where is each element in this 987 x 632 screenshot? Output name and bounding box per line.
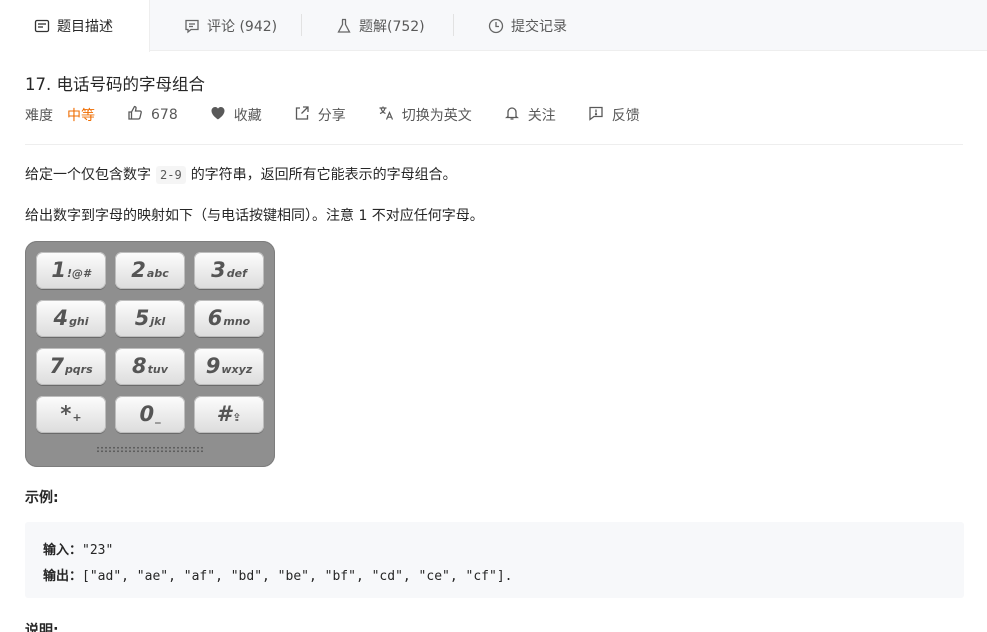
tab-description[interactable]: 题目描述 [0,0,150,52]
favorite-label: 收藏 [233,108,262,124]
input-value: "23" [82,543,114,558]
key-number: 3 [211,258,226,282]
flask-icon [336,18,352,34]
thumbs-up-icon [127,105,143,125]
keypad-key: 3 def [194,252,264,289]
key-number: 1 [51,258,66,282]
feedback-label: 反馈 [611,108,640,124]
key-number: # [216,402,232,426]
translate-button[interactable]: 切换为英文 [378,105,472,125]
description-paragraph-2: 给出数字到字母的映射如下（与电话按键相同）。注意 1 不对应任何字母。 [25,208,484,224]
output-value: ["ad", "ae", "af", "bd", "be", "bf", "cd… [82,569,513,584]
tab-label: 题目描述 [57,19,113,35]
keypad-key: * + [36,396,106,433]
key-letters: def [226,267,247,280]
inline-code: 2-9 [156,166,186,184]
favorite-button[interactable]: 收藏 [210,105,262,125]
bell-icon [504,105,520,125]
divider [25,144,963,145]
translate-label: 切换为英文 [401,108,472,124]
feedback-button[interactable]: 反馈 [588,105,640,125]
input-label: 输入： [43,543,83,558]
keypad-key: 6 mno [194,300,264,337]
example-input-line: 输入："23" [43,538,964,564]
keypad-key: 7 pqrs [36,348,106,385]
key-number: * [60,402,72,426]
share-label: 分享 [317,108,346,124]
feedback-icon [588,105,604,125]
like-button[interactable]: 678 [127,105,178,125]
tab-label: 提交记录 [511,18,567,35]
problem-title: 17. 电话号码的字母组合 [25,75,205,94]
comment-icon [184,18,200,34]
keypad-key: 5 jkl [115,300,185,337]
key-letters: wxyz [221,363,253,376]
tab-submissions[interactable]: 提交记录 [454,0,605,51]
follow-label: 关注 [527,108,556,124]
key-number: 6 [207,306,223,330]
key-number: 7 [49,354,64,378]
keypad-key: 2 abc [115,252,185,289]
key-number: 9 [205,354,221,378]
like-count: 678 [151,107,178,123]
description-icon [34,18,50,34]
key-number: 0 [139,402,155,426]
example-code-block: 输入："23" 输出：["ad", "ae", "af", "bd", "be"… [25,522,964,598]
tab-solutions[interactable]: 题解(752) [302,0,453,51]
keypad-key: 0 _ [115,396,185,433]
key-number: 5 [134,306,150,330]
key-letters: tuv [147,363,168,376]
phone-keypad-image: 1 !@# 2 abc 3 def 4 ghi 5 jkl 6 mno 7 pqrs 8 tuv… [25,241,275,467]
key-number: 8 [132,354,147,378]
key-letters: !@# [66,267,91,280]
keypad-key: 8 tuv [115,348,185,385]
example-output-line: 输出：["ad", "ae", "af", "bd", "be", "bf", … [43,564,964,590]
key-number: 2 [131,258,146,282]
keypad-key: 9 wxyz [194,348,264,385]
key-letters: + [72,411,82,424]
follow-button[interactable]: 关注 [504,105,556,125]
tab-comments[interactable]: 评论 (942) [150,0,301,51]
clock-icon [488,18,504,34]
keypad-key: 1 !@# [36,252,106,289]
tab-bar: 题目描述 评论 (942) 题解(752) 提交记录 [0,0,987,52]
description-text: 的字符串，返回所有它能表示的字母组合。 [190,167,457,183]
key-letters: ghi [69,315,89,328]
tab-label: 题解(752) [359,18,425,35]
speaker-grille [96,446,204,453]
share-icon [294,105,310,125]
difficulty-badge: 中等 [67,108,95,124]
description-paragraph-1: 给定一个仅包含数字 2-9 的字符串，返回所有它能表示的字母组合。 [25,164,457,184]
key-letters: _ [155,411,161,424]
difficulty-label: 难度 [25,108,53,124]
key-letters: pqrs [64,363,93,376]
key-letters: abc [146,267,169,280]
key-letters: mno [223,315,251,328]
output-label: 输出： [43,569,83,584]
example-heading: 示例: [25,490,59,506]
keypad-key: # ⇪ [194,396,264,433]
key-letters: jkl [150,315,166,328]
key-letters: ⇪ [232,411,242,424]
share-button[interactable]: 分享 [294,105,346,125]
translate-icon [378,105,394,125]
keypad-key: 4 ghi [36,300,106,337]
heart-icon [210,105,226,125]
description-text: 给定一个仅包含数字 [25,167,151,183]
problem-meta-bar: 难度 中等 678 收藏 分享 切换为英文 关注 反馈 [25,105,672,125]
tab-label: 评论 (942) [207,18,278,35]
key-number: 4 [53,306,69,330]
note-heading: 说明: [25,623,59,632]
